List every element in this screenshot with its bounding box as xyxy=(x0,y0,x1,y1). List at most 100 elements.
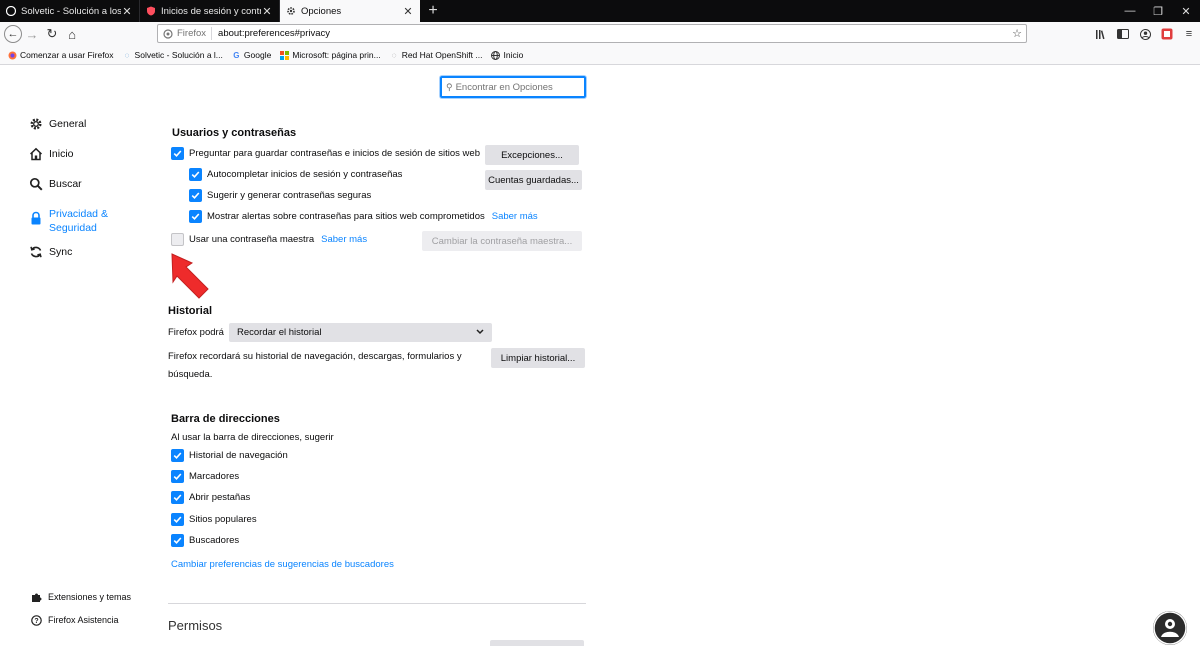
checkbox-label: Usar una contraseña maestra xyxy=(189,234,315,245)
tab-logins[interactable]: Inicios de sesión y contraseñas ✕ xyxy=(140,0,280,22)
url-bar[interactable]: Firefox about:preferences#privacy ☆ xyxy=(157,24,1027,43)
sidebar-item-search[interactable]: Buscar xyxy=(28,176,148,206)
menu-icon[interactable]: ≡ xyxy=(1178,28,1200,40)
checkbox-label: Autocompletar inicios de sesión y contra… xyxy=(207,169,403,180)
suggest-bookmarks-checkbox[interactable]: Marcadores xyxy=(171,470,239,483)
tab-title: Solvetic - Solución a los proble xyxy=(21,5,121,17)
firefox-icon xyxy=(163,28,173,39)
suggest-top-sites-checkbox[interactable]: Sitios populares xyxy=(171,513,257,526)
checkbox-label: Abrir pestañas xyxy=(189,492,251,503)
sync-icon xyxy=(28,244,44,260)
suggest-passwords-checkbox[interactable]: Sugerir y generar contraseñas seguras xyxy=(189,189,371,202)
firefox-icon xyxy=(8,51,17,60)
bookmark-item[interactable]: ◌ Solvetic - Solución a l... xyxy=(123,50,223,60)
suggest-open-tabs-checkbox[interactable]: Abrir pestañas xyxy=(171,491,250,504)
sidebar-item-extensions[interactable]: Extensiones y temas xyxy=(30,591,160,603)
bookmark-star-icon[interactable]: ☆ xyxy=(1008,27,1026,40)
close-tab-icon[interactable]: ✕ xyxy=(261,5,273,18)
close-window-icon[interactable]: ✕ xyxy=(1172,0,1200,22)
saved-logins-button[interactable]: Cuentas guardadas... xyxy=(485,170,582,190)
reload-button[interactable]: ↻ xyxy=(42,24,62,44)
sidebar-footer-label: Extensiones y temas xyxy=(48,592,132,602)
checkbox-label: Marcadores xyxy=(189,471,240,482)
bookmark-item[interactable]: ◌ Red Hat OpenShift ... xyxy=(390,50,483,60)
globe-icon xyxy=(491,50,501,60)
bookmark-item[interactable]: Comenzar a usar Firefox xyxy=(8,50,114,60)
bookmark-item[interactable]: Inicio xyxy=(491,50,523,60)
sidebar-item-label: Buscar xyxy=(49,178,82,190)
sidebar-item-label: General xyxy=(49,118,87,130)
tab-strip: Solvetic - Solución a los proble ✕ Inici… xyxy=(0,0,1200,22)
minimize-icon[interactable]: — xyxy=(1116,0,1144,22)
clear-history-button[interactable]: Limpiar historial... xyxy=(491,348,585,368)
autofill-checkbox[interactable]: Autocompletar inicios de sesión y contra… xyxy=(189,168,402,181)
sidebar-item-support[interactable]: ? Firefox Asistencia xyxy=(30,614,160,626)
checkbox-checked-icon[interactable] xyxy=(171,449,184,462)
master-password-checkbox[interactable]: Usar una contraseña maestra Saber más xyxy=(171,233,367,246)
breach-alerts-checkbox[interactable]: Mostrar alertas sobre contraseñas para s… xyxy=(189,210,538,223)
checkbox-checked-icon[interactable] xyxy=(189,168,202,181)
sidebar-item-privacy[interactable]: Privacidad & Seguridad xyxy=(28,206,148,244)
gear-icon xyxy=(286,6,296,16)
tab-options[interactable]: Opciones ✕ xyxy=(280,0,420,22)
suggest-engines-checkbox[interactable]: Buscadores xyxy=(171,534,239,547)
account-icon[interactable] xyxy=(1134,28,1156,40)
close-tab-icon[interactable]: ✕ xyxy=(402,5,414,18)
history-description-line2: búsqueda. xyxy=(168,369,213,380)
back-button[interactable]: ← xyxy=(4,25,22,43)
sidebar-item-sync[interactable]: Sync xyxy=(28,244,148,274)
bookmark-label: Google xyxy=(243,50,272,60)
tab-solvetic[interactable]: Solvetic - Solución a los proble ✕ xyxy=(0,0,140,22)
learn-more-link[interactable]: Saber más xyxy=(321,234,367,245)
category-nav: General Inicio Buscar Privacidad & Segur… xyxy=(28,116,148,274)
checkbox-checked-icon[interactable] xyxy=(171,491,184,504)
home-button[interactable]: ⌂ xyxy=(62,24,82,44)
bookmarks-toolbar: Comenzar a usar Firefox ◌ Solvetic - Sol… xyxy=(0,46,1200,65)
exceptions-button[interactable]: Excepciones... xyxy=(485,145,579,165)
solvetic-icon xyxy=(6,6,16,16)
checkbox-checked-icon[interactable] xyxy=(189,210,202,223)
learn-more-link[interactable]: Saber más xyxy=(492,211,538,222)
checkbox-unchecked-icon[interactable] xyxy=(171,233,184,246)
lock-icon xyxy=(28,210,44,226)
change-master-password-button: Cambiar la contraseña maestra... xyxy=(422,231,582,251)
extension-icon[interactable] xyxy=(1156,28,1178,40)
bookmark-item[interactable]: G Google xyxy=(232,50,271,60)
restore-icon[interactable]: ❐ xyxy=(1144,0,1172,22)
select-value: Recordar el historial xyxy=(237,327,322,338)
microsoft-icon xyxy=(280,50,290,60)
forward-button[interactable]: → xyxy=(22,24,42,44)
library-icon[interactable] xyxy=(1090,29,1112,40)
checkbox-checked-icon[interactable] xyxy=(171,147,184,160)
lockwise-icon xyxy=(146,6,156,16)
checkbox-label: Sitios populares xyxy=(189,514,257,525)
checkbox-checked-icon[interactable] xyxy=(171,534,184,547)
google-icon: G xyxy=(233,50,240,60)
solvetic-logo xyxy=(1153,611,1187,645)
sidebar-toggle-icon[interactable] xyxy=(1112,29,1134,39)
ask-save-checkbox[interactable]: Preguntar para guardar contraseñas e ini… xyxy=(171,147,480,160)
sidebar-item-home[interactable]: Inicio xyxy=(28,146,148,176)
checkbox-label: Sugerir y generar contraseñas seguras xyxy=(207,190,372,201)
home-icon xyxy=(28,146,44,162)
checkbox-label: Preguntar para guardar contraseñas e ini… xyxy=(189,148,480,159)
permissions-settings-button[interactable] xyxy=(490,640,584,646)
bookmark-item[interactable]: Microsoft: página prin... xyxy=(280,50,381,60)
checkbox-checked-icon[interactable] xyxy=(189,189,202,202)
sidebar-footer-label: Firefox Asistencia xyxy=(48,615,119,625)
search-input[interactable]: ⚲ Encontrar en Opciones xyxy=(440,76,586,98)
checkbox-checked-icon[interactable] xyxy=(171,470,184,483)
help-circle-icon: ? xyxy=(30,614,42,626)
suggest-history-checkbox[interactable]: Historial de navegación xyxy=(171,449,288,462)
checkbox-checked-icon[interactable] xyxy=(171,513,184,526)
history-mode-select[interactable]: Recordar el historial xyxy=(229,323,492,342)
new-tab-button[interactable]: + xyxy=(420,0,446,22)
close-tab-icon[interactable]: ✕ xyxy=(121,5,133,18)
sidebar-item-general[interactable]: General xyxy=(28,116,148,146)
identity-box[interactable]: Firefox xyxy=(158,27,213,40)
url-text[interactable]: about:preferences#privacy xyxy=(212,28,1008,39)
search-icon xyxy=(28,176,44,192)
checkbox-label: Buscadores xyxy=(189,535,240,546)
search-suggestions-link[interactable]: Cambiar preferencias de sugerencias de b… xyxy=(171,556,394,573)
addressbar-subtitle: Al usar la barra de direcciones, sugerir xyxy=(171,432,334,443)
